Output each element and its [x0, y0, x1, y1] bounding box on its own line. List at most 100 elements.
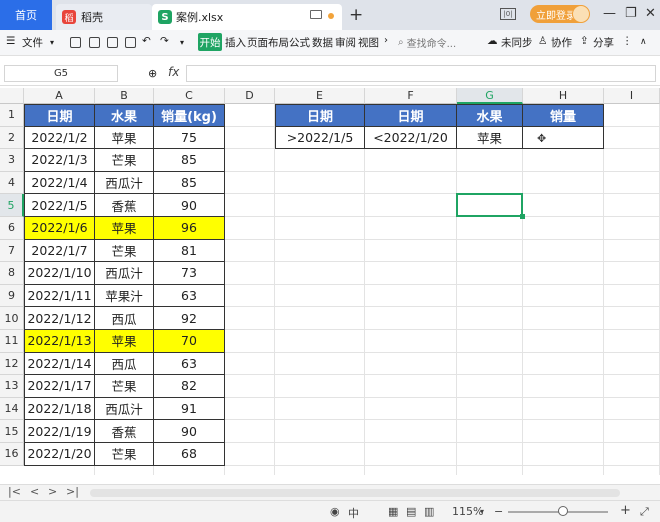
tab-view[interactable]: 视图 [358, 35, 379, 50]
table-cell-fruit[interactable]: 西瓜 [95, 352, 154, 376]
fill-handle[interactable] [520, 214, 525, 219]
redo-icon[interactable]: ↷ [160, 35, 169, 47]
column-header-G[interactable]: G [457, 88, 523, 104]
table-cell-fruit[interactable]: 苹果 [95, 126, 154, 150]
chevron-down-icon[interactable]: ▾ [50, 38, 54, 47]
table-cell-fruit[interactable]: 西瓜 [95, 307, 154, 330]
name-box[interactable]: G5 [4, 65, 118, 82]
row-header-6[interactable]: 6 [0, 217, 24, 240]
table-cell-qty[interactable]: 85 [154, 171, 225, 195]
table-cell-date[interactable]: 2022/1/10 [24, 262, 95, 285]
table-cell-fruit[interactable]: 芒果 [95, 149, 154, 172]
row-header-2[interactable]: 2 [0, 126, 24, 150]
table-cell-date[interactable]: 2022/1/19 [24, 420, 95, 443]
table-header-cell[interactable]: 销量(kg) [154, 104, 225, 127]
criteria-value-cell[interactable]: >2022/1/5 [275, 126, 365, 150]
collapse-icon[interactable]: ∧ [640, 37, 647, 47]
table-cell-qty[interactable]: 96 [154, 217, 225, 240]
table-cell-date[interactable]: 2022/1/3 [24, 149, 95, 172]
tab-data[interactable]: 数据 [312, 35, 333, 50]
table-cell-date[interactable]: 2022/1/12 [24, 307, 95, 330]
input-method-icon[interactable]: 中 [348, 505, 359, 521]
avatar[interactable] [572, 5, 590, 23]
column-header-F[interactable]: F [365, 88, 457, 104]
table-cell-date[interactable]: 2022/1/2 [24, 126, 95, 150]
row-header-5[interactable]: 5 [0, 194, 24, 217]
chevron-right-icon[interactable]: › [384, 35, 388, 46]
table-cell-fruit[interactable]: 芒果 [95, 375, 154, 398]
normal-view-icon[interactable]: ▦ [388, 505, 398, 518]
fullscreen-icon[interactable]: ⤢ [640, 505, 649, 519]
selected-cell[interactable] [456, 193, 523, 217]
collab-button[interactable]: 协作 [551, 35, 572, 50]
criteria-header-cell[interactable]: 日期 [275, 104, 365, 127]
column-header-I[interactable]: I [604, 88, 660, 104]
column-header-H[interactable]: H [523, 88, 604, 104]
eye-protection-icon[interactable]: ◉ [330, 505, 340, 518]
table-cell-qty[interactable]: 63 [154, 284, 225, 308]
table-cell-fruit[interactable]: 西瓜汁 [95, 397, 154, 421]
preview-icon[interactable] [125, 37, 136, 48]
row-header-1[interactable]: 1 [0, 104, 24, 127]
tab-formula[interactable]: 公式 [289, 35, 310, 50]
share-button[interactable]: 分享 [593, 35, 614, 50]
table-cell-qty[interactable]: 82 [154, 375, 225, 398]
criteria-value-cell[interactable]: 苹果 [457, 126, 523, 150]
zoom-level[interactable]: 115% [452, 505, 483, 518]
column-header-D[interactable]: D [225, 88, 275, 104]
monitor-icon[interactable] [310, 10, 322, 19]
command-search[interactable]: ⌕ 查找命令... [398, 33, 476, 51]
tab-insert[interactable]: 插入 [225, 35, 246, 50]
zoom-in-button[interactable]: + [620, 503, 631, 518]
criteria-header-cell[interactable]: 日期 [365, 104, 457, 127]
column-header-A[interactable]: A [24, 88, 95, 104]
table-cell-qty[interactable]: 91 [154, 397, 225, 421]
table-cell-date[interactable]: 2022/1/13 [24, 330, 95, 353]
table-cell-fruit[interactable]: 芒果 [95, 239, 154, 263]
row-header-13[interactable]: 13 [0, 375, 24, 398]
column-header-E[interactable]: E [275, 88, 365, 104]
table-cell-qty[interactable]: 68 [154, 443, 225, 466]
zoom-search-icon[interactable]: ⊕ [148, 67, 157, 80]
table-cell-date[interactable]: 2022/1/20 [24, 443, 95, 466]
more-icon[interactable]: ⋮ [622, 35, 633, 47]
row-header-11[interactable]: 11 [0, 330, 24, 353]
close-window-icon[interactable]: ✕ [645, 6, 656, 21]
tab-home[interactable]: 首页 [0, 0, 52, 30]
table-cell-qty[interactable]: 92 [154, 307, 225, 330]
table-cell-qty[interactable]: 70 [154, 330, 225, 353]
table-cell-qty[interactable]: 63 [154, 352, 225, 376]
table-cell-date[interactable]: 2022/1/5 [24, 194, 95, 217]
row-header-12[interactable]: 12 [0, 352, 24, 376]
next-sheet-button[interactable]: > [48, 485, 57, 498]
file-menu[interactable]: 文件 [22, 35, 43, 50]
criteria-value-cell[interactable] [523, 126, 604, 150]
table-cell-fruit[interactable]: 苹果 [95, 330, 154, 353]
undo-icon[interactable]: ↶ [142, 35, 151, 47]
last-sheet-button[interactable]: >| [66, 485, 79, 498]
table-cell-date[interactable]: 2022/1/6 [24, 217, 95, 240]
save-icon[interactable] [70, 37, 81, 48]
table-cell-date[interactable]: 2022/1/11 [24, 284, 95, 308]
tab-page-layout[interactable]: 页面布局 [247, 35, 289, 50]
table-header-cell[interactable]: 水果 [95, 104, 154, 127]
table-cell-date[interactable]: 2022/1/14 [24, 352, 95, 376]
column-header-C[interactable]: C [154, 88, 225, 104]
row-header-10[interactable]: 10 [0, 307, 24, 330]
criteria-header-cell[interactable]: 销量 [523, 104, 604, 127]
grid-icon[interactable]: |0| [500, 8, 516, 20]
tab-start[interactable]: 开始 [198, 33, 222, 51]
zoom-out-button[interactable]: − [494, 505, 503, 518]
table-cell-qty[interactable]: 85 [154, 149, 225, 172]
horizontal-scrollbar[interactable] [90, 489, 620, 497]
table-header-cell[interactable]: 日期 [24, 104, 95, 127]
criteria-value-cell[interactable]: <2022/1/20 [365, 126, 457, 150]
row-header-15[interactable]: 15 [0, 420, 24, 443]
table-cell-fruit[interactable]: 香蕉 [95, 194, 154, 217]
formula-input[interactable] [186, 65, 656, 82]
row-header-8[interactable]: 8 [0, 262, 24, 285]
prev-sheet-button[interactable]: < [30, 485, 39, 498]
select-all-corner[interactable] [0, 88, 24, 104]
criteria-header-cell[interactable]: 水果 [457, 104, 523, 127]
more-chevron-icon[interactable]: ▾ [180, 38, 184, 47]
